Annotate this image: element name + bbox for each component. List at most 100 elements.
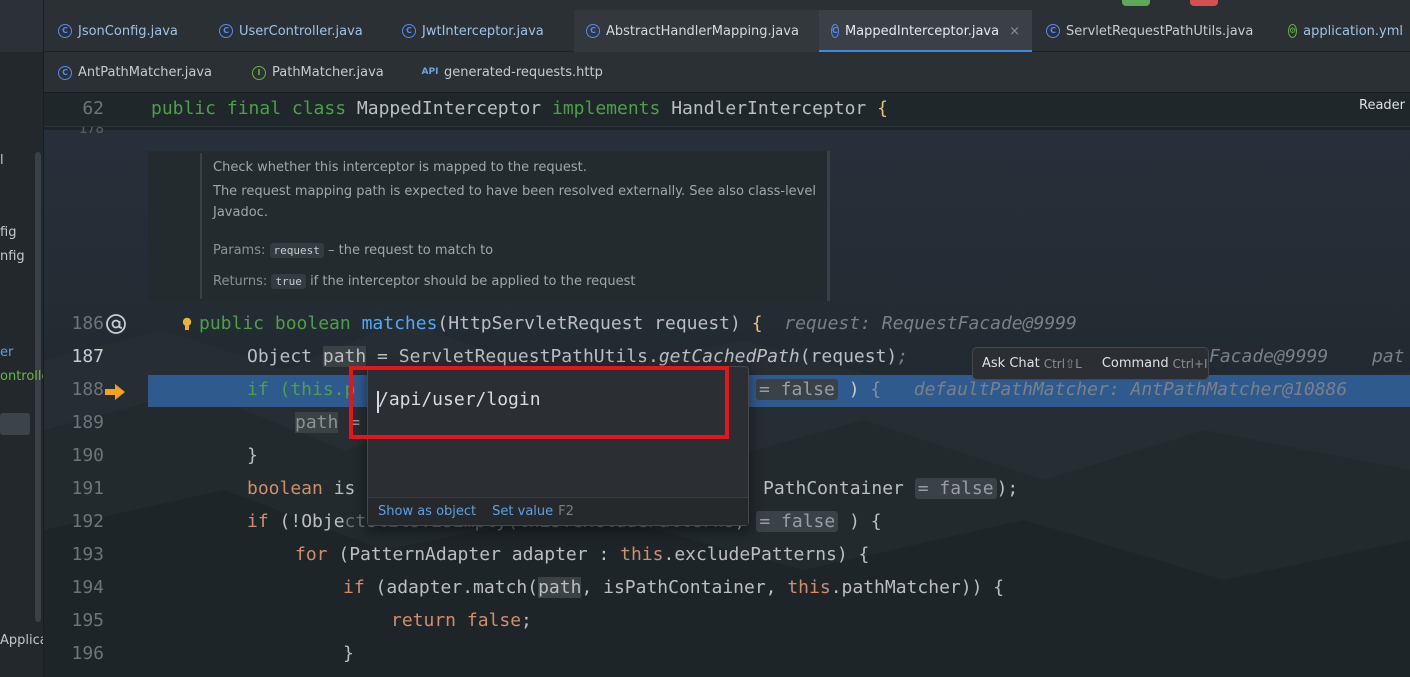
line-number: 62 [82,98,104,119]
class-icon: C [58,65,72,80]
interface-icon: I [252,65,266,80]
params-text: – the request to match to [323,243,494,258]
class-icon: C [586,24,600,38]
sticky-code: public final class MappedInterceptor imp… [151,98,888,119]
lightbulb-icon[interactable] [182,317,192,332]
tab-generated-requests[interactable]: API generated-requests.http [410,52,610,93]
code-line-194: if (adapter.match(path, isPathContainer,… [343,577,1005,598]
project-tree-item[interactable]: ontroller [0,369,43,384]
line-number: 189 [71,412,104,433]
rendered-javadoc: Check whether this interceptor is mapped… [148,151,830,301]
code-line-188-tail: = false ) { defaultPathMatcher: AntPathM… [756,379,1347,400]
tab-antpathmatcher[interactable]: C AntPathMatcher.java [46,52,236,93]
javadoc-returns: Returns: true if the interceptor should … [213,271,636,292]
tab-servletrequestpathutils[interactable]: C ServletRequestPathUtils.java [1034,10,1274,52]
tab-label: UserController.java [239,23,363,39]
inline-value: = false [756,379,838,400]
class-icon: C [402,24,416,38]
tab-label: application.yml [1303,23,1403,39]
code-line-190: } [247,445,258,466]
inline-debug-hint: request: RequestFacade@9999 [784,313,1077,334]
class-icon: C [831,24,839,38]
tab-abstracthandlermapping[interactable]: C AbstractHandlerMapping.java [574,10,819,52]
run-indicator[interactable] [1122,0,1150,6]
tab-label: MappedInterceptor.java [844,23,1000,39]
inline-debug-hint: Facade@9999 [1209,346,1329,367]
returns-text: if the interceptor should be applied to … [305,274,636,289]
line-number: 191 [71,478,104,499]
code-line-187: Object path = ServletRequestPathUtils.ge… [247,346,909,367]
set-value-link[interactable]: Set value [492,504,553,519]
code-line-196: } [343,643,354,664]
returns-code: true [271,274,306,289]
popup-footer: Show as object Set value F2 [368,497,748,525]
tab-label: generated-requests.http [444,65,603,80]
tab-mappedinterceptor[interactable]: C MappedInterceptor.java × [819,10,1032,52]
tab-usercontroller[interactable]: C UserController.java [207,10,385,52]
window-top-edge [44,0,1410,10]
ask-chat-label[interactable]: Ask Chat [982,356,1040,371]
javadoc-summary: Check whether this interceptor is mapped… [213,160,587,175]
returns-label: Returns: [213,274,268,289]
show-as-object-link[interactable]: Show as object [378,504,476,519]
project-tree-item[interactable]: Applicat [0,633,43,648]
reader-mode-toggle[interactable]: Reader M [1359,98,1410,113]
line-number: 196 [71,643,104,664]
tab-label: AbstractHandlerMapping.java [606,23,799,39]
tab-label: JsonConfig.java [78,23,178,39]
close-icon[interactable]: × [1009,24,1020,39]
code-line-188: if (this.p [247,379,356,400]
set-value-shortcut: F2 [558,504,574,519]
line-number: 192 [71,511,104,532]
editor-tabs-row1: C JsonConfig.java C UserController.java … [44,10,1410,52]
inline-debug-hint: defaultPathMatcher: AntPathMatcher@10886 [913,379,1348,400]
javadoc-params: Params: request – the request to match t… [213,240,493,261]
class-icon: C [58,24,72,38]
tab-label: ServletRequestPathUtils.java [1066,23,1254,39]
javadoc-bar [200,153,202,299]
project-panel: l fig nfig er ontroller Applicat [0,0,44,677]
project-panel-header [0,0,43,52]
javadoc-detail: Javadoc. [213,205,268,220]
tab-label: AntPathMatcher.java [78,65,212,80]
javadoc-detail: The request mapping path is expected to … [213,184,816,199]
class-icon: C [219,24,233,38]
project-tree-item[interactable]: fig [0,225,16,240]
line-number: 193 [71,544,104,565]
highlight-annotation-box [349,366,729,439]
set-value-action[interactable]: Set value F2 [492,504,574,519]
inline-value: = false [914,478,997,499]
params-code: request [269,243,324,258]
api-icon: API [421,67,439,77]
line-number: 187 [71,346,104,367]
yml-icon: ⚙ [1288,24,1298,38]
tab-application-yml[interactable]: ⚙ application.yml [1276,10,1410,52]
command-label[interactable]: Command [1102,356,1169,371]
tab-label: PathMatcher.java [272,65,384,80]
command-shortcut: Ctrl+I [1172,356,1208,371]
code-line-191-tail: PathContainer = false); [763,478,1019,499]
tab-label: JwtInterceptor.java [422,23,544,39]
project-scrollbar[interactable] [35,152,41,622]
params-label: Params: [213,243,266,258]
ask-chat-toolbar[interactable]: Ask Chat Ctrl⇧L Command Ctrl+I [972,347,1209,380]
line-number: 186 [71,313,104,334]
tab-jwtinterceptor[interactable]: C JwtInterceptor.java [390,10,574,52]
project-tree-item[interactable]: l [0,153,4,168]
line-number: 190 [71,445,104,466]
tab-jsonconfig[interactable]: C JsonConfig.java [46,10,204,52]
line-number: 195 [71,610,104,631]
ask-chat-shortcut: Ctrl⇧L [1043,356,1082,371]
project-tree-item[interactable]: er [0,345,13,360]
class-icon: C [1046,24,1060,38]
inline-value: = false [756,511,839,532]
tab-pathmatcher[interactable]: I PathMatcher.java [240,52,406,93]
project-tree-selection[interactable] [0,413,30,435]
code-line-193: for (PatternAdapter adapter : this.exclu… [295,544,870,565]
override-marker-icon[interactable] [104,312,128,336]
execution-arrow-icon [105,384,125,400]
stop-indicator[interactable] [1190,0,1218,6]
sticky-class-header: 62 public final class MappedInterceptor … [44,93,1410,127]
project-tree-item[interactable]: nfig [0,249,25,264]
editor-tabs-row2: C AntPathMatcher.java I PathMatcher.java… [44,52,1410,93]
